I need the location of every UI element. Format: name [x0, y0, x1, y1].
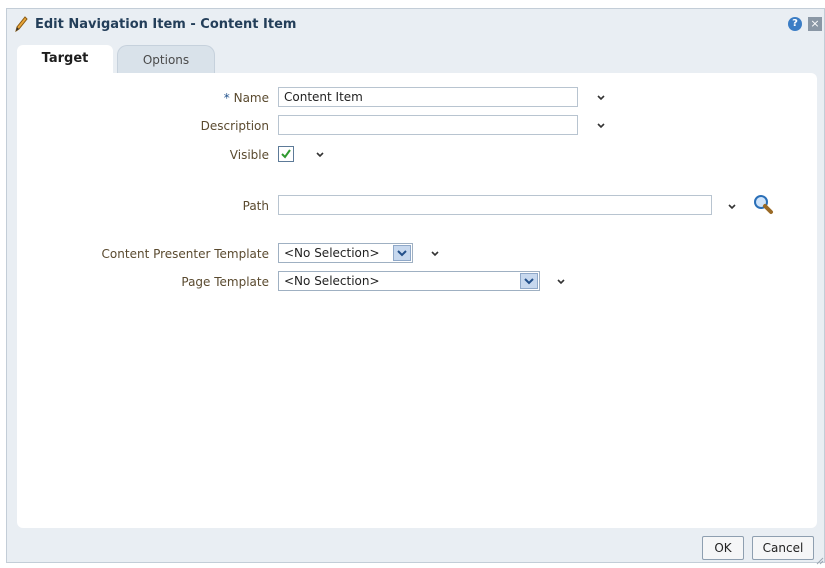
page-template-row: Page Template <No Selection>: [17, 271, 817, 295]
chevron-down-icon[interactable]: [595, 120, 607, 132]
description-label: Description: [200, 119, 269, 133]
pencil-icon: [13, 15, 29, 33]
description-field[interactable]: [278, 115, 578, 135]
name-label: * Name: [17, 91, 269, 105]
resize-grip-icon[interactable]: [816, 554, 824, 565]
content-presenter-template-select[interactable]: <No Selection>: [278, 243, 413, 263]
name-label-text: Name: [233, 91, 269, 105]
content-presenter-template-value: <No Selection>: [284, 246, 380, 260]
required-marker: *: [223, 91, 230, 105]
dropdown-arrow-icon[interactable]: [393, 245, 411, 261]
dialog-titlebar: Edit Navigation Item - Content Item ? ×: [7, 9, 824, 39]
dropdown-arrow-icon[interactable]: [520, 273, 538, 289]
close-icon[interactable]: ×: [808, 17, 822, 31]
chevron-down-icon[interactable]: [429, 248, 441, 260]
chevron-down-icon[interactable]: [314, 149, 326, 161]
edit-navigation-item-dialog: Edit Navigation Item - Content Item ? × …: [6, 8, 825, 565]
name-field[interactable]: Content Item: [278, 87, 578, 107]
visible-row: Visible: [17, 144, 817, 168]
chevron-down-icon[interactable]: [595, 92, 607, 104]
page-template-value: <No Selection>: [284, 274, 380, 288]
path-field[interactable]: [278, 195, 712, 215]
content-presenter-template-row: Content Presenter Template <No Selection…: [17, 243, 817, 267]
description-row: Description: [17, 115, 817, 139]
dialog-title: Edit Navigation Item - Content Item: [35, 17, 297, 32]
page-template-label: Page Template: [181, 275, 269, 289]
visible-label: Visible: [229, 148, 269, 162]
path-row: Path: [17, 195, 817, 219]
tab-options[interactable]: Options: [117, 45, 215, 73]
ok-button[interactable]: OK: [702, 536, 744, 560]
dialog-footer: OK Cancel: [7, 526, 824, 565]
chevron-down-icon[interactable]: [555, 276, 567, 288]
chevron-down-icon[interactable]: [726, 201, 738, 213]
tab-target[interactable]: Target: [17, 45, 113, 73]
help-icon[interactable]: ?: [788, 17, 802, 31]
target-tab-panel: * Name Content Item Description Visible: [17, 73, 817, 528]
path-label: Path: [242, 199, 269, 213]
name-row: * Name Content Item: [17, 87, 817, 111]
cancel-button[interactable]: Cancel: [752, 536, 814, 560]
content-presenter-template-label: Content Presenter Template: [101, 247, 269, 261]
magnifier-icon[interactable]: [752, 193, 774, 215]
visible-checkbox[interactable]: [278, 146, 294, 162]
page-template-select[interactable]: <No Selection>: [278, 271, 540, 291]
